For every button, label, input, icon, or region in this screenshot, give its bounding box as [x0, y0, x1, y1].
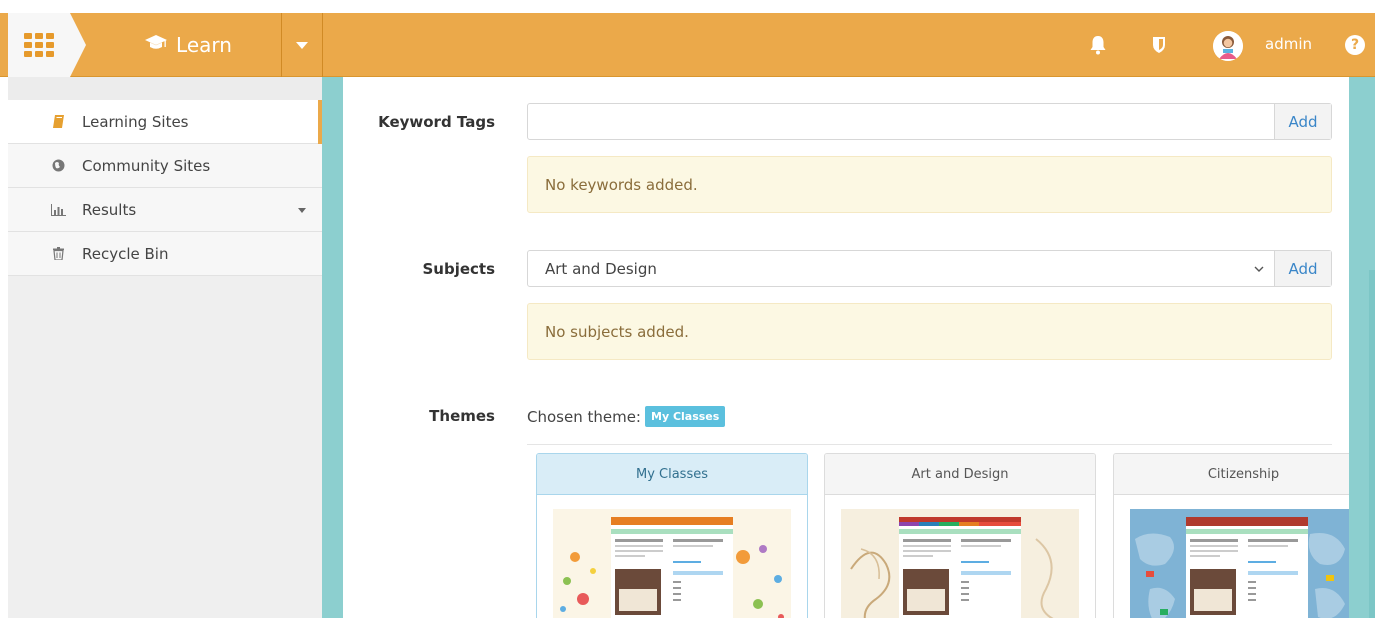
sidebar-spacer — [8, 77, 322, 100]
module-title-button[interactable]: Learn — [96, 13, 281, 77]
subjects-group: Art and Design Add — [527, 250, 1332, 287]
sidebar-item-label: Results — [82, 200, 137, 219]
shield-icon[interactable] — [1150, 35, 1168, 55]
sidebar-item-community-sites[interactable]: Community Sites — [8, 144, 322, 188]
avatar[interactable] — [1213, 31, 1243, 61]
subjects-selected-value: Art and Design — [545, 259, 657, 278]
chosen-theme-badge: My Classes — [645, 406, 726, 427]
add-keyword-button[interactable]: Add — [1274, 104, 1331, 139]
globe-icon — [48, 159, 68, 172]
module-switch-dropdown[interactable] — [282, 13, 322, 77]
sidebar-item-results[interactable]: Results — [8, 188, 322, 232]
book-icon — [48, 115, 68, 128]
trash-icon — [48, 247, 68, 260]
bar-chart-icon — [48, 203, 68, 216]
theme-preview-image — [841, 509, 1079, 618]
subjects-empty-message: No subjects added. — [545, 322, 689, 341]
keyword-tags-label: Keyword Tags — [378, 113, 495, 131]
keywords-empty-alert: No keywords added. — [527, 156, 1332, 213]
themes-label: Themes — [429, 407, 495, 425]
apps-arrow-decoration — [70, 13, 86, 77]
sidebar: Learning Sites Community Sites Results R… — [8, 77, 322, 618]
add-subject-button[interactable]: Add — [1274, 251, 1331, 286]
sidebar-item-label: Learning Sites — [82, 112, 189, 131]
top-bar: Learn admin ? — [0, 13, 1375, 77]
graduation-cap-icon — [145, 34, 168, 56]
keyword-tags-input[interactable] — [528, 104, 1274, 139]
scrollbar[interactable] — [1369, 270, 1375, 618]
chosen-theme: Chosen theme: My Classes — [527, 406, 726, 427]
subjects-select[interactable]: Art and Design — [528, 251, 1274, 286]
chevron-down-icon — [296, 41, 308, 49]
subjects-empty-alert: No subjects added. — [527, 303, 1332, 360]
username[interactable]: admin — [1265, 35, 1312, 53]
settings-form: Keyword Tags Add No keywords added. Subj… — [343, 77, 1349, 618]
theme-card-title: My Classes — [537, 454, 807, 495]
help-icon[interactable]: ? — [1345, 35, 1365, 55]
content-frame-left — [322, 77, 343, 618]
sidebar-item-recycle-bin[interactable]: Recycle Bin — [8, 232, 322, 276]
theme-preview-image — [553, 509, 791, 618]
chevron-down-icon — [1254, 266, 1264, 272]
divider — [322, 13, 323, 77]
theme-card-citizenship[interactable]: Citizenship — [1113, 453, 1349, 618]
sidebar-item-learning-sites[interactable]: Learning Sites — [8, 100, 322, 144]
apps-menu-button[interactable] — [8, 13, 70, 77]
theme-card-my-classes[interactable]: My Classes — [536, 453, 808, 618]
keywords-empty-message: No keywords added. — [545, 175, 698, 194]
sidebar-item-label: Recycle Bin — [82, 244, 169, 263]
bell-icon[interactable] — [1088, 35, 1108, 55]
divider — [527, 444, 1332, 445]
keyword-tags-group: Add — [527, 103, 1332, 140]
chevron-down-icon[interactable] — [298, 208, 306, 213]
sidebar-item-label: Community Sites — [82, 156, 211, 175]
apps-grid-icon — [24, 33, 54, 57]
theme-card-title: Art and Design — [825, 454, 1095, 495]
theme-preview-image — [1130, 509, 1349, 618]
theme-card-art-and-design[interactable]: Art and Design — [824, 453, 1096, 618]
module-title: Learn — [176, 33, 232, 57]
theme-card-title: Citizenship — [1114, 454, 1349, 495]
subjects-label: Subjects — [422, 260, 495, 278]
chosen-theme-prefix: Chosen theme: — [527, 407, 641, 426]
